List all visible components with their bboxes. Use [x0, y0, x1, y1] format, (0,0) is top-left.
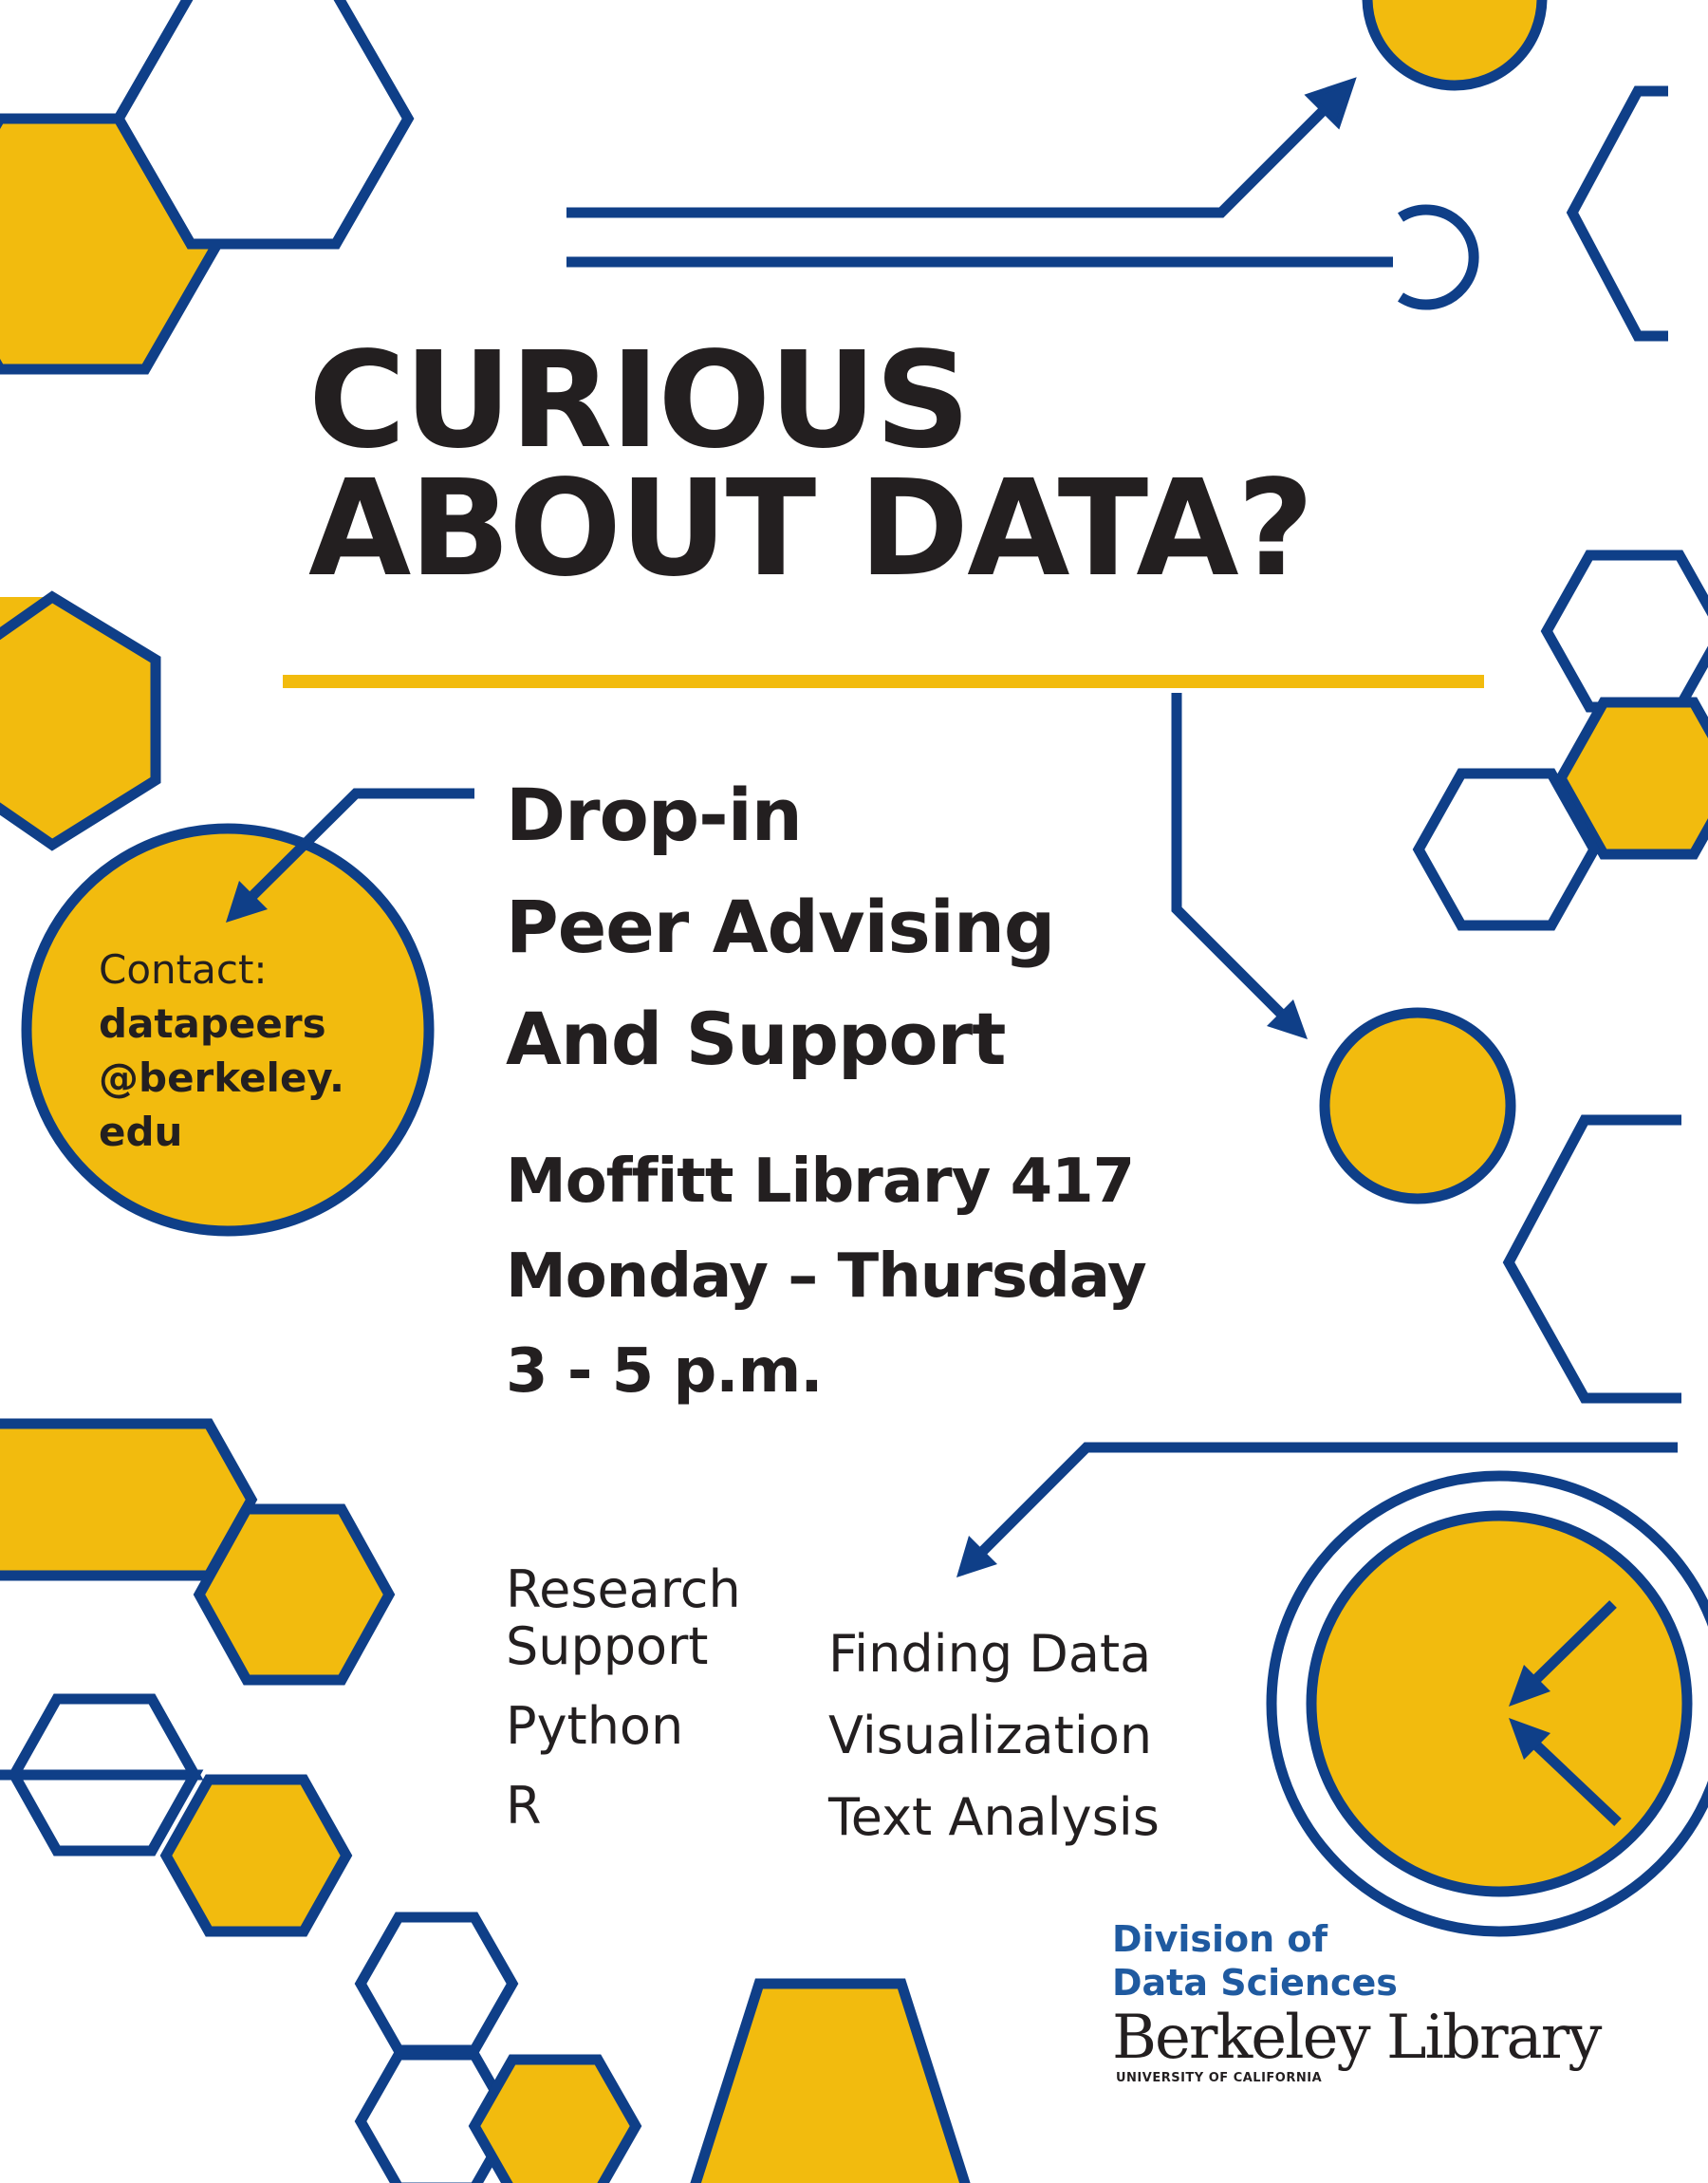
division-line-2: Data Sciences — [1112, 1962, 1398, 2004]
headline-line-1: CURIOUS — [308, 324, 971, 478]
topic-item: Text Analysis — [828, 1787, 1160, 1847]
topic-item: Research — [506, 1559, 741, 1619]
hexagon-bracket-top-right-icon — [1566, 85, 1668, 342]
flyer: CURIOUS ABOUT DATA? Drop-in Peer Advisin… — [0, 0, 1708, 2183]
contact-block: Contact: datapeers @berkeley. edu — [99, 942, 344, 1159]
contact-email-line-1[interactable]: datapeers — [99, 997, 344, 1051]
topic-item: Support — [506, 1616, 709, 1676]
university-name: UNIVERSITY OF CALIFORNIA — [1116, 2071, 1323, 2085]
topic-item: R — [506, 1776, 542, 1836]
event-time: 3 - 5 p.m. — [506, 1336, 824, 1407]
headline: CURIOUS ABOUT DATA? — [308, 324, 1314, 606]
event-location: Moffitt Library 417 — [506, 1147, 1135, 1217]
hexagon-cluster-right-icon — [1412, 550, 1708, 931]
headline-line-2: ABOUT DATA? — [308, 452, 1314, 606]
contact-label: Contact: — [99, 946, 268, 993]
subhead-line-1: Drop-in — [506, 773, 803, 857]
division-name: Division of Data Sciences — [1112, 1917, 1398, 2005]
topics-right-list: Finding Data Visualization Text Analysis — [828, 1614, 1160, 1858]
subhead-line-2: Peer Advising — [506, 885, 1055, 969]
contact-email-line-2[interactable]: @berkeley. — [99, 1051, 344, 1105]
event-details: Moffitt Library 417 Monday – Thursday 3 … — [506, 1134, 1147, 1419]
event-days: Monday – Thursday — [506, 1241, 1147, 1312]
circuit-arrow-top-icon — [566, 0, 1548, 310]
headline-divider — [283, 675, 1484, 688]
library-logo-wordmark: Berkeley Library — [1112, 2003, 1602, 2073]
topics-left-list: Research Support Python R — [506, 1561, 741, 1835]
subhead: Drop-in Peer Advising And Support — [506, 759, 1055, 1095]
hexagon-cluster-bottom-left-icon — [0, 1418, 971, 2183]
hexagon-cluster-top-left-icon — [0, 0, 415, 375]
topic-item: Visualization — [828, 1706, 1153, 1765]
hexagon-left-icon — [0, 590, 161, 851]
target-icon — [1266, 1470, 1708, 1937]
division-line-1: Division of — [1112, 1918, 1328, 1960]
contact-email-line-3[interactable]: edu — [99, 1105, 344, 1159]
subhead-line-3: And Support — [506, 997, 1006, 1081]
topic-item: Python — [506, 1696, 684, 1756]
hexagon-bracket-right-icon — [1502, 1114, 1681, 1404]
topic-item: Finding Data — [828, 1624, 1152, 1684]
